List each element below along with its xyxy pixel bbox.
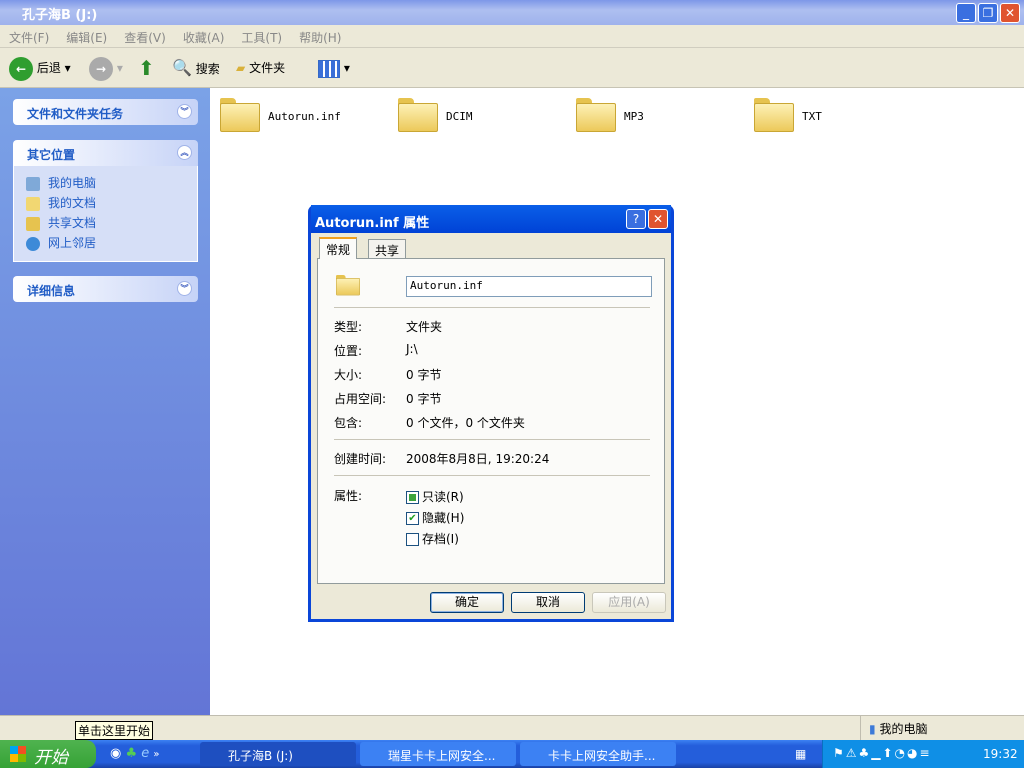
forward-arrow-icon: →: [89, 56, 113, 81]
folder-icon: [336, 275, 360, 296]
start-tooltip: 单击这里开始: [75, 721, 154, 740]
checkbox-indeterminate-icon: [406, 491, 419, 504]
size-label: 大小:: [334, 368, 363, 382]
cancel-button[interactable]: 取消: [511, 592, 585, 613]
status-location: ▮ 我的电脑: [860, 716, 927, 740]
contains-value: 0 个文件，0 个文件夹: [406, 416, 525, 430]
shared-folder-icon: [26, 216, 40, 231]
divider: [334, 475, 650, 476]
chevron-up-icon: ︽: [177, 145, 192, 160]
general-tab-page: Autorun.inf 类型: 文件夹 位置: J:\ 大小: 0 字节 占用空间: 0…: [317, 258, 665, 584]
search-icon: 🔍: [172, 58, 192, 77]
close-button[interactable]: ✕: [1000, 3, 1020, 23]
place-my-documents[interactable]: 我的文档: [26, 194, 96, 211]
location-value: J:\: [406, 342, 418, 356]
folder-icon: [754, 98, 794, 132]
chevron-down-icon: ︾: [177, 281, 192, 296]
taskbar: 开始 ◉ ♣ e » 孔子海B (J:) 瑞星卡卡上网安全... 卡卡上网安全助…: [0, 740, 1024, 768]
size-on-disk-value: 0 字节: [406, 392, 442, 406]
checkbox-empty-icon: [406, 533, 419, 546]
hidden-checkbox[interactable]: ✔ 隐藏(H): [406, 509, 464, 526]
properties-dialog: Autorun.inf 属性 ? ✕ 常规 共享 Autorun.inf 类型:…: [308, 205, 674, 622]
folder-icon: [220, 98, 260, 132]
task-explorer[interactable]: 孔子海B (J:): [200, 742, 356, 766]
folder-icon: [576, 98, 616, 132]
clock: 19:32: [983, 747, 1018, 761]
network-icon: [26, 236, 40, 251]
computer-icon: ▮: [869, 722, 876, 736]
size-on-disk-label: 占用空间:: [334, 392, 387, 406]
place-network[interactable]: 网上邻居: [26, 234, 96, 251]
views-button[interactable]: ▾: [318, 56, 350, 80]
tray-icons[interactable]: ⚑⚠♣▁⬆◔◕≡: [833, 746, 932, 760]
dialog-title-bar: Autorun.inf 属性: [311, 205, 671, 233]
other-places-panel: 我的电脑 我的文档 共享文档 网上邻居: [13, 166, 198, 262]
restore-button[interactable]: ❐: [978, 3, 998, 23]
size-value: 0 字节: [406, 368, 442, 382]
created-label: 创建时间:: [334, 452, 387, 466]
folder-icon: ▰: [236, 61, 246, 75]
type-label: 类型:: [334, 320, 363, 334]
status-bar: 单击这里开始 ▮ 我的电脑: [0, 715, 1024, 740]
archive-checkbox[interactable]: 存档(I): [406, 530, 459, 547]
minimize-button[interactable]: _: [956, 3, 976, 23]
menu-favorites[interactable]: 收藏(A): [174, 25, 233, 46]
ok-button[interactable]: 确定: [430, 592, 504, 613]
folders-button[interactable]: ▰ 文件夹: [236, 56, 285, 80]
menu-bar: 文件(F) 编辑(E) 查看(V) 收藏(A) 工具(T) 帮助(H): [0, 25, 1024, 48]
tab-sharing[interactable]: 共享: [368, 239, 407, 259]
system-tray: ⚑⚠♣▁⬆◔◕≡ 19:32: [822, 740, 1024, 768]
ie-icon[interactable]: e: [141, 746, 149, 761]
other-places-header[interactable]: 其它位置 ︽: [13, 140, 198, 166]
help-button[interactable]: ?: [626, 209, 646, 229]
location-label: 位置:: [334, 344, 363, 358]
views-icon: [318, 59, 340, 78]
place-shared-documents[interactable]: 共享文档: [26, 214, 96, 231]
menu-help[interactable]: 帮助(H): [290, 25, 349, 46]
back-arrow-icon: ←: [9, 56, 33, 81]
quick-launch: ◉ ♣ e »: [110, 746, 160, 761]
search-button[interactable]: 🔍 搜索: [172, 56, 220, 80]
checkmark-icon: ✔: [406, 512, 419, 525]
menu-edit[interactable]: 编辑(E): [57, 25, 115, 46]
keyboard-icon[interactable]: ▦: [795, 747, 806, 761]
apply-button[interactable]: 应用(A): [592, 592, 666, 613]
windows-logo-icon: [10, 746, 26, 762]
documents-icon: [26, 196, 40, 211]
dialog-close-button[interactable]: ✕: [648, 209, 668, 229]
divider: [334, 307, 650, 308]
menu-view[interactable]: 查看(V): [115, 25, 174, 46]
attributes-label: 属性:: [334, 489, 363, 503]
menu-tools[interactable]: 工具(T): [232, 25, 290, 46]
up-folder-button[interactable]: ⬆: [138, 56, 155, 80]
forward-button[interactable]: → ▾: [89, 56, 123, 81]
menu-file[interactable]: 文件(F): [0, 25, 57, 46]
tab-general[interactable]: 常规: [319, 237, 358, 259]
start-button[interactable]: 开始: [0, 740, 96, 768]
created-value: 2008年8月8日, 19:20:24: [406, 452, 550, 466]
computer-icon: [26, 176, 40, 191]
task-kaka[interactable]: 卡卡上网安全助手...: [520, 742, 676, 766]
details-header[interactable]: 详细信息 ︾: [13, 276, 198, 302]
title-bar: 孔子海B (J:): [0, 0, 1024, 25]
place-my-computer[interactable]: 我的电脑: [26, 174, 96, 191]
task-rising[interactable]: 瑞星卡卡上网安全...: [360, 742, 516, 766]
contains-label: 包含:: [334, 416, 363, 430]
media-player-icon[interactable]: ◉: [110, 746, 121, 761]
divider: [334, 439, 650, 440]
name-input[interactable]: Autorun.inf: [406, 276, 652, 297]
folder-icon: [398, 98, 438, 132]
toolbar: ← 后退 ▾ → ▾ ⬆ 🔍 搜索 ▰ 文件夹 ▾: [0, 48, 1024, 88]
type-value: 文件夹: [406, 320, 443, 334]
window-title: 孔子海B (J:): [22, 8, 98, 23]
back-button[interactable]: ← 后退 ▾: [9, 56, 71, 81]
file-tasks-header[interactable]: 文件和文件夹任务 ︾: [13, 99, 198, 125]
chevron-down-icon: ︾: [177, 104, 192, 119]
readonly-checkbox[interactable]: 只读(R): [406, 488, 464, 505]
up-folder-icon: ⬆: [138, 56, 155, 80]
kaka-icon[interactable]: ♣: [125, 746, 137, 761]
